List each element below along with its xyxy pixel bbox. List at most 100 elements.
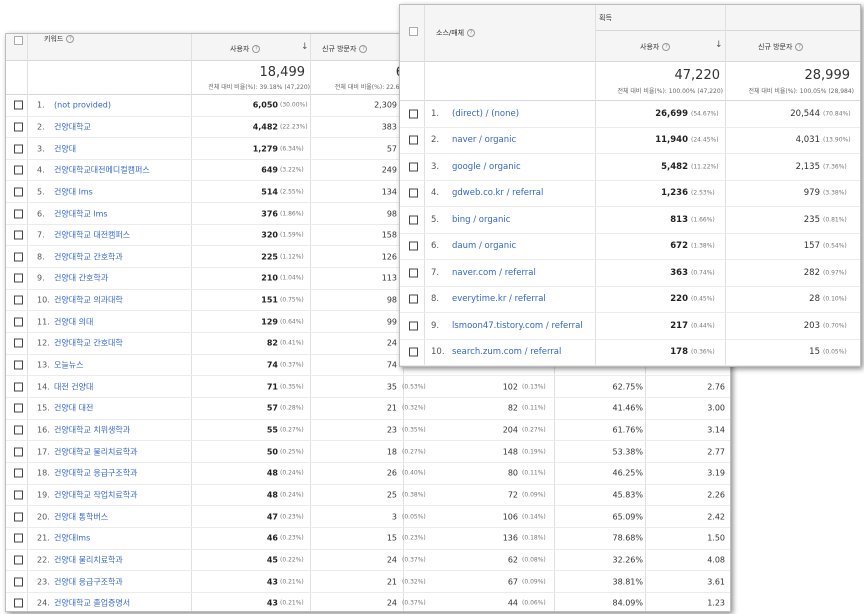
keyword-link[interactable]: 건양대학교 작업치료학과 [54,489,138,500]
help-icon[interactable]: ? [66,35,75,43]
row-checkbox[interactable] [14,360,23,370]
source-medium-link[interactable]: naver / organic [452,135,516,145]
row-checkbox[interactable] [409,321,418,331]
row-checkbox[interactable] [14,317,23,327]
keyword-link[interactable]: 건양대학교 응급구조학과 [54,468,138,479]
pages-per-session-value: 2.42 [707,512,725,522]
help-icon[interactable]: ? [662,43,671,51]
source-medium-link[interactable]: search.zum.com / referral [452,347,561,357]
source-medium-link[interactable]: gdweb.co.kr / referral [452,188,543,198]
row-checkbox[interactable] [14,447,23,457]
keyword-link[interactable]: 건양대 간호학과 [54,273,108,284]
row-checkbox[interactable] [409,294,418,304]
new-visitors-column-header[interactable]: 신규 방문자? [322,44,368,54]
sort-descending-icon[interactable]: ↓ [715,40,723,50]
row-checkbox[interactable] [14,555,23,565]
row-number: 4. [37,165,45,175]
row-checkbox[interactable] [14,512,23,522]
users-percent: (0.27%) [280,426,304,434]
keyword-link[interactable]: 건양대 [54,143,76,154]
new-visitors-column-header[interactable]: 신규 방문자? [758,42,804,52]
row-checkbox[interactable] [14,425,23,435]
users-percent: (0.28%) [280,404,304,412]
help-icon[interactable]: ? [795,43,804,51]
row-checkbox[interactable] [14,598,23,608]
keyword-link[interactable]: 건양대학교 물리치료학과 [54,446,138,457]
new-visitors-column-label: 신규 방문자 [322,45,357,53]
keyword-link[interactable]: 건양대 의대 [54,316,93,327]
bounce-rate-value: 38.81% [612,577,643,587]
keyword-column-header[interactable]: 키워드? [44,34,75,44]
row-checkbox[interactable] [14,533,23,543]
row-checkbox[interactable] [409,135,418,145]
row-checkbox[interactable] [14,230,23,240]
keyword-link[interactable]: 오늘뉴스 [54,360,83,371]
keyword-link[interactable]: (not provided) [54,101,111,110]
keyword-link[interactable]: 건양대학교 [54,121,91,132]
row-checkbox[interactable] [14,122,23,132]
row-number: 10. [431,347,445,358]
row-checkbox[interactable] [14,252,23,262]
keyword-link[interactable]: 건양대학교 간호대학 [54,338,123,349]
select-all-checkbox[interactable] [14,36,23,45]
row-checkbox[interactable] [14,490,23,500]
row-checkbox[interactable] [14,144,23,154]
row-checkbox[interactable] [14,382,23,392]
users-column-header[interactable]: 사용자? [640,42,671,52]
source-medium-link[interactable]: bing / organic [452,215,510,225]
source-medium-link[interactable]: naver.com / referral [452,268,536,278]
keyword-link[interactable]: 건양대학교대전메디컬캠퍼스 [54,165,150,176]
row-checkbox[interactable] [409,109,418,119]
row-checkbox[interactable] [409,162,418,172]
row-checkbox[interactable] [14,187,23,197]
help-icon[interactable]: ? [252,45,261,53]
select-all-checkbox[interactable] [409,27,418,36]
keyword-link[interactable]: 건양대학교 치위생학과 [54,425,130,436]
row-checkbox[interactable] [409,347,418,357]
keyword-link[interactable]: 건양대 lms [54,186,93,197]
users-value: 220 [670,294,688,305]
keyword-link[interactable]: 건양대 응급구조학과 [54,576,123,587]
source-medium-link[interactable]: lsmoon47.tistory.com / referral [452,321,583,331]
keyword-link[interactable]: 건양대학교 간호학과 [54,251,123,262]
new-visitors-value: 2,309 [374,100,397,110]
keyword-link[interactable]: 대전 건양대 [54,381,93,392]
row-checkbox[interactable] [14,338,23,348]
keyword-link[interactable]: 건양대 통학버스 [54,511,108,522]
source-medium-column-header[interactable]: 소스/매체? [436,28,476,38]
row-checkbox[interactable] [14,295,23,305]
row-checkbox[interactable] [409,268,418,278]
row-checkbox[interactable] [14,403,23,413]
row-checkbox[interactable] [14,209,23,219]
keyword-link[interactable]: 건양대학교 졸업증명서 [54,598,130,609]
keyword-link[interactable]: 건양대학교 lms [54,208,108,219]
row-checkbox[interactable] [409,188,418,198]
source-medium-link[interactable]: everytime.kr / referral [452,294,546,304]
row-number: 16. [37,425,50,435]
new-visitors-value: 235 [803,214,820,225]
row-checkbox[interactable] [14,577,23,587]
row-checkbox[interactable] [14,468,23,478]
source-medium-link[interactable]: (direct) / (none) [452,109,519,119]
source-medium-link[interactable]: google / organic [452,162,521,172]
row-checkbox[interactable] [14,100,23,110]
users-percent: (2.55%) [280,188,304,196]
row-checkbox[interactable] [14,165,23,175]
help-icon[interactable]: ? [359,45,368,53]
users-column-header[interactable]: 사용자? [230,44,261,54]
total-users-value: 18,499 [259,65,306,80]
bounce-rate-value: 65.09% [612,512,643,522]
row-number: 12. [37,338,50,348]
keyword-link[interactable]: 건양대학교 의과대학 [54,295,123,306]
row-checkbox[interactable] [409,241,418,251]
keyword-link[interactable]: 건양대lms [54,533,90,544]
keyword-link[interactable]: 건양대학교 대전캠퍼스 [54,230,130,241]
source-medium-link[interactable]: daum / organic [452,241,516,251]
keyword-link[interactable]: 건양대 대전 [54,403,93,414]
row-checkbox[interactable] [409,215,418,225]
sort-descending-icon[interactable]: ↓ [301,42,309,52]
new-visitors-percent: (0.53%) [402,383,426,391]
help-icon[interactable]: ? [467,29,476,37]
row-checkbox[interactable] [14,273,23,283]
keyword-link[interactable]: 건양대 물리치료학과 [54,554,123,565]
